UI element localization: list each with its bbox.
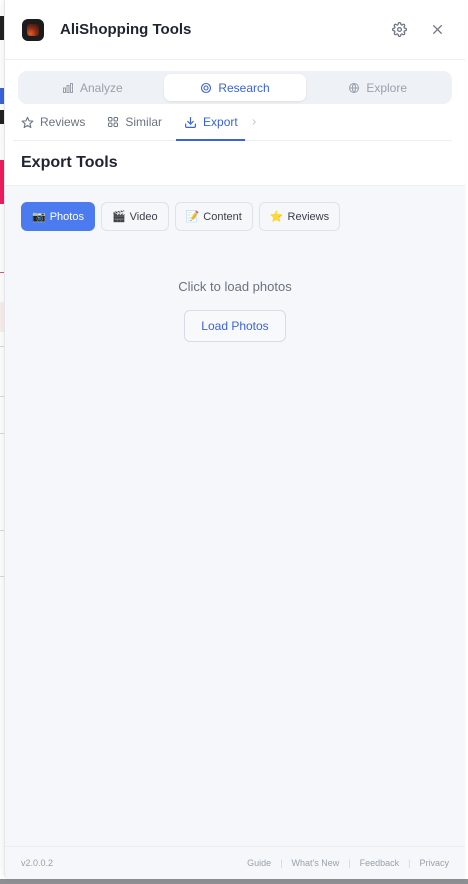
app-title: AliShopping Tools [60,21,192,38]
tab-explore-label: Explore [366,80,408,95]
footer-separator: | [280,858,283,868]
app-logo-icon [22,18,44,41]
tab-research-label: Research [218,80,270,95]
chip-content[interactable]: 📝 Content [174,202,253,231]
subtab-export-label: Export [203,115,238,129]
chip-video[interactable]: 🎬 Video [100,202,169,231]
camera-icon: 📷 [32,211,46,223]
version-label: v2.0.0.2 [21,858,54,868]
tab-research[interactable]: Research [163,74,307,101]
guide-link[interactable]: Guide [247,858,271,868]
footer-links: Guide | What's New | Feedback | Privacy [247,858,449,868]
export-type-chips: 📷 Photos 🎬 Video 📝 Content ⭐ Reviews [21,202,449,231]
grid-icon [108,117,119,127]
close-button[interactable] [427,20,447,40]
chip-photos-label: Photos [49,210,84,223]
gear-icon [391,22,407,37]
target-icon [200,82,212,94]
globe-icon [348,82,360,94]
chip-reviews[interactable]: ⭐ Reviews [258,202,341,231]
privacy-link[interactable]: Privacy [419,858,449,868]
background-scrollbar [0,879,468,884]
subtab-similar[interactable]: Similar [99,104,169,140]
close-icon [432,25,442,34]
subtab-reviews-label: Reviews [40,115,86,129]
chip-reviews-label: Reviews [287,210,330,223]
star-icon [21,116,34,128]
section-title: Export Tools [21,154,118,171]
whats-new-link[interactable]: What's New [292,858,340,868]
feedback-link[interactable]: Feedback [360,858,400,868]
clapper-icon: 🎬 [111,211,126,223]
chip-video-label: Video [129,210,158,223]
export-content: 📷 Photos 🎬 Video 📝 Content ⭐ Reviews Cli… [5,186,465,846]
section-header: Export Tools [5,141,465,186]
chip-photos[interactable]: 📷 Photos [21,202,95,231]
load-button-wrap: Load Photos [21,310,449,342]
bar-chart-icon [62,82,74,94]
load-photos-button[interactable]: Load Photos [184,310,286,342]
subtab-similar-label: Similar [125,115,163,129]
memo-icon: 📝 [185,211,200,223]
star-emoji-icon: ⭐ [269,211,284,223]
chevron-right-icon[interactable] [250,104,258,140]
subtab-reviews[interactable]: Reviews [13,104,92,140]
side-panel: AliShopping Tools Analyze Research Explo… [4,0,465,879]
footer-separator: | [348,858,351,868]
tab-analyze-label: Analyze [79,80,123,95]
download-icon [185,116,197,128]
panel-header: AliShopping Tools [5,0,465,60]
empty-state-message: Click to load photos [178,279,292,294]
mode-switcher: Analyze Research Explore [18,71,452,104]
settings-button[interactable] [389,20,409,40]
sub-tab-bar: Reviews Similar Export [13,104,452,141]
tab-analyze[interactable]: Analyze [21,74,164,101]
tab-explore[interactable]: Explore [306,74,449,101]
footer-separator: | [408,858,411,868]
panel-footer: v2.0.0.2 Guide | What's New | Feedback |… [5,846,465,879]
subtab-export[interactable]: Export [176,104,245,141]
chip-content-label: Content [203,210,242,223]
navigation-area: Analyze Research Explore Reviews Similar… [5,60,465,141]
